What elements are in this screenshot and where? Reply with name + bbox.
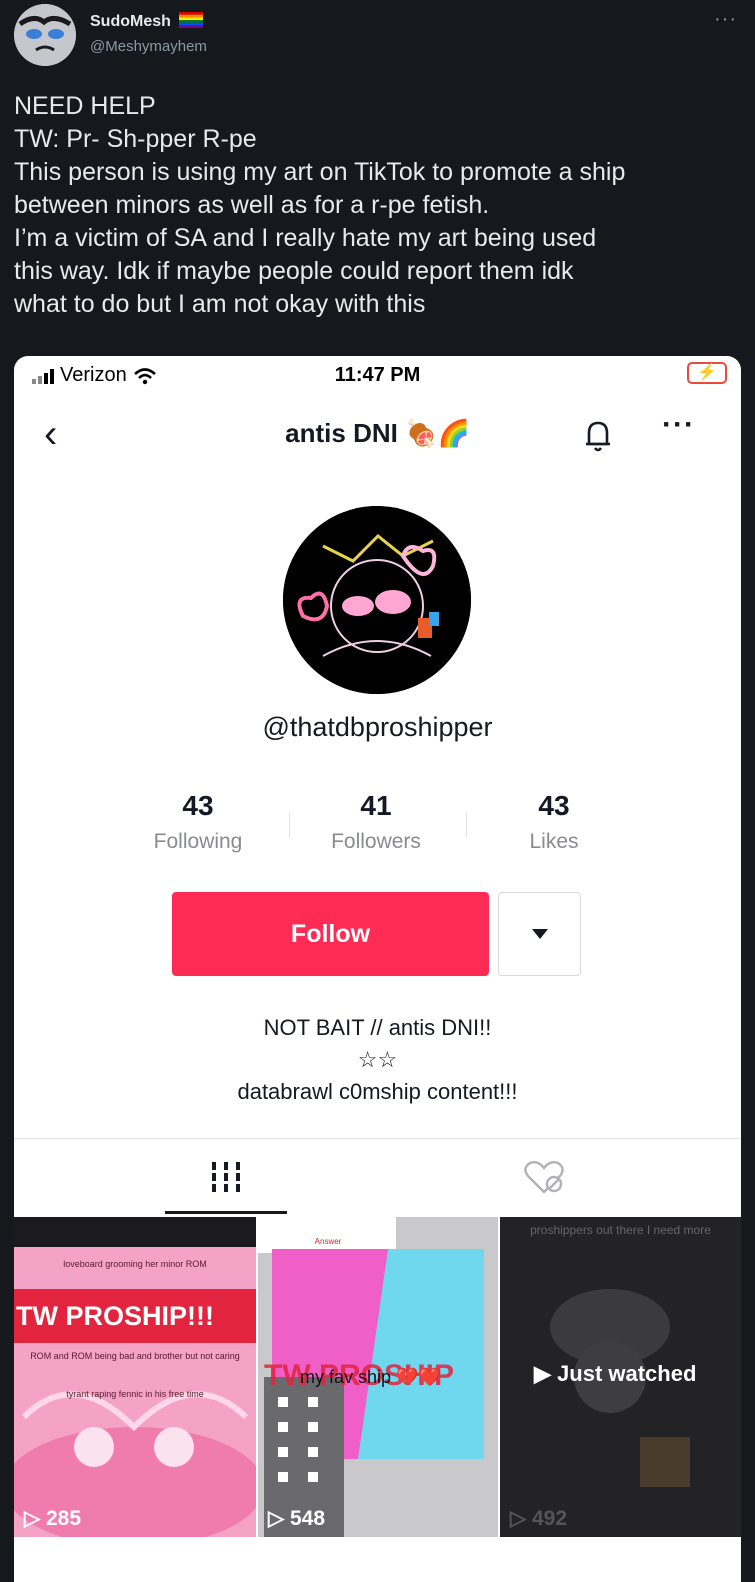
tab-videos[interactable] bbox=[165, 1146, 287, 1214]
video-caption: proshippers out there I need more bbox=[530, 1223, 711, 1237]
video-grid: loveboard grooming her minor ROM TW PROS… bbox=[14, 1217, 741, 1537]
tab-liked-videos[interactable] bbox=[494, 1146, 594, 1214]
charging-battery-icon: ⚡ bbox=[687, 362, 727, 384]
view-count: ▷ 548 bbox=[268, 1507, 326, 1530]
likes-label: Likes bbox=[529, 830, 579, 853]
tweet-line: NEED HELP bbox=[14, 92, 156, 120]
tweet-line: This person is using my art on TikTok to… bbox=[14, 158, 626, 186]
following-count: 43 bbox=[182, 790, 214, 821]
likes-stat[interactable]: 43 Likes bbox=[474, 790, 634, 854]
rainbow-flag-icon bbox=[179, 12, 204, 28]
bio-line: ☆☆ bbox=[357, 1047, 398, 1072]
author-name[interactable]: SudoMesh bbox=[90, 12, 204, 31]
tweet-line: this way. Idk if maybe people could repo… bbox=[14, 257, 574, 285]
followers-stat[interactable]: 41 Followers bbox=[296, 790, 456, 854]
profile-display-name: antis DNI 🍖🌈 bbox=[285, 418, 470, 448]
profile-more-icon[interactable]: ··· bbox=[662, 408, 695, 442]
profile-username: @thatdbproshipper bbox=[262, 712, 493, 742]
bio-line: NOT BAIT // antis DNI!! bbox=[263, 1015, 492, 1040]
tweet-more-icon[interactable]: ··· bbox=[714, 8, 737, 31]
video-thumbnail[interactable]: proshippers out there I need more ▶ Just… bbox=[500, 1217, 741, 1537]
hidden-heart-icon bbox=[524, 1160, 564, 1194]
video-thumbnail[interactable]: loveboard grooming her minor ROM TW PROS… bbox=[14, 1217, 256, 1537]
view-count-value: 548 bbox=[289, 1507, 326, 1530]
view-count: ▷ 492 bbox=[510, 1507, 568, 1530]
phone-status-bar: Verizon 11:47 PM ⚡ bbox=[14, 356, 741, 398]
author-handle[interactable]: @Meshymayhem bbox=[90, 38, 207, 55]
caret-down-icon bbox=[532, 929, 548, 939]
follow-button[interactable]: Follow bbox=[172, 892, 489, 976]
profile-bio: NOT BAIT // antis DNI!! ☆☆ databrawl c0m… bbox=[14, 1012, 741, 1108]
view-count-value: 492 bbox=[531, 1507, 568, 1530]
stat-divider bbox=[289, 812, 290, 838]
clock: 11:47 PM bbox=[334, 364, 421, 386]
likes-count: 43 bbox=[538, 790, 570, 821]
followers-label: Followers bbox=[331, 830, 421, 853]
tweet-line: what to do but I am not okay with this bbox=[14, 290, 426, 318]
author-avatar[interactable] bbox=[14, 4, 76, 66]
profile-nav-bar: ‹ antis DNI 🍖🌈 ··· bbox=[14, 408, 741, 458]
video-thumbnail[interactable]: Answer TW PROSHIP my fav ship 💔❤️ ▷ 548 bbox=[258, 1217, 498, 1537]
video-caption: loveboard grooming her minor ROM bbox=[63, 1259, 207, 1269]
tweet-line: between minors as well as for a r-pe fet… bbox=[14, 191, 490, 219]
video-overlay-text: TW PROSHIP!!! bbox=[14, 1289, 256, 1343]
tweet-header: SudoMesh @Meshymayhem ··· bbox=[0, 0, 755, 80]
view-count: ▷ 285 bbox=[24, 1507, 82, 1530]
author-name-text: SudoMesh bbox=[90, 13, 171, 30]
answer-label: Answer bbox=[314, 1237, 342, 1246]
profile-avatar[interactable] bbox=[283, 506, 471, 694]
following-stat[interactable]: 43 Following bbox=[118, 790, 278, 854]
followers-count: 41 bbox=[360, 790, 392, 821]
tweet-attached-image[interactable]: Verizon 11:47 PM ⚡ ‹ antis DNI 🍖🌈 ··· @t… bbox=[14, 356, 741, 1582]
video-caption: ROM and ROM being bad and brother but no… bbox=[30, 1351, 240, 1361]
grid-icon bbox=[212, 1162, 240, 1192]
bio-line: databrawl c0mship content!!! bbox=[237, 1079, 518, 1104]
tab-divider bbox=[14, 1138, 741, 1139]
following-label: Following bbox=[153, 830, 243, 853]
tweet-line: TW: Pr- Sh-pper R-pe bbox=[14, 125, 257, 153]
video-caption: tyrant raping fennic in his free time bbox=[66, 1389, 204, 1399]
video-caption: my fav ship 💔❤️ bbox=[300, 1367, 441, 1387]
stat-divider bbox=[466, 812, 467, 838]
tweet-text: NEED HELP TW: Pr- Sh-pper R-pe This pers… bbox=[14, 90, 744, 321]
bell-icon[interactable] bbox=[580, 416, 616, 456]
view-count-value: 285 bbox=[45, 1507, 82, 1530]
suggested-accounts-button[interactable] bbox=[498, 892, 581, 976]
just-watched-badge: ▶ Just watched bbox=[534, 1361, 697, 1386]
tweet-line: I’m a victim of SA and I really hate my … bbox=[14, 224, 597, 252]
